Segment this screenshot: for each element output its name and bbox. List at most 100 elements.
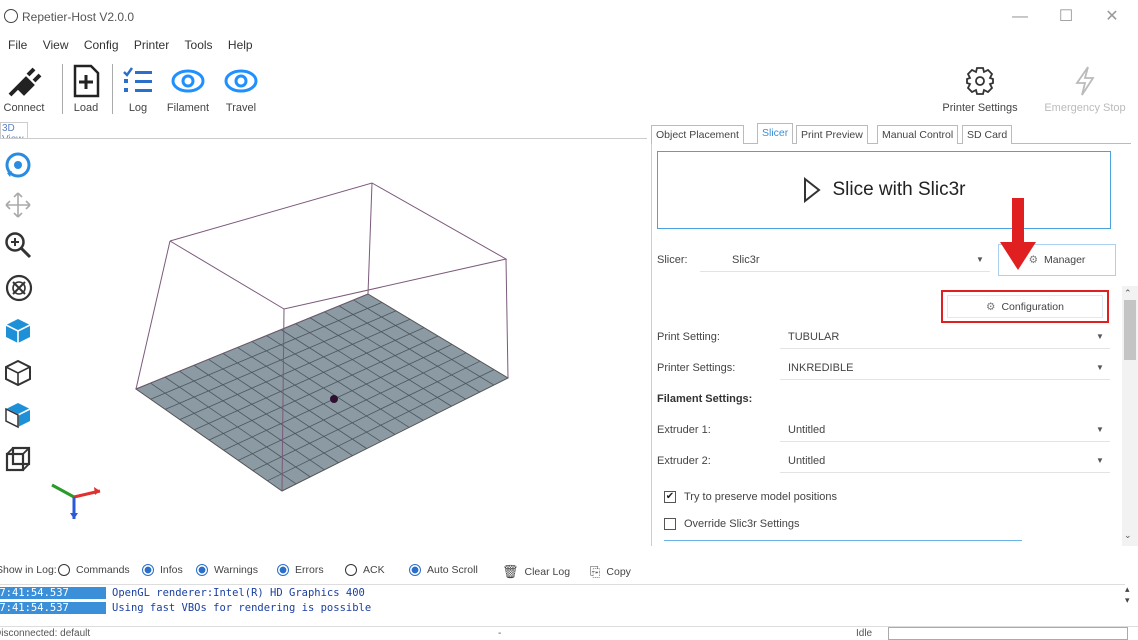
- gear-icon: [930, 60, 1030, 102]
- scroll-up-icon[interactable]: ⌃: [1124, 288, 1132, 299]
- menu-config[interactable]: Config: [84, 38, 119, 52]
- travel-button[interactable]: Travel: [216, 60, 266, 114]
- close-button[interactable]: ✕: [1092, 4, 1132, 30]
- log-line: 07:41:54.537 OpenGL renderer:Intel(R) HD …: [0, 587, 365, 602]
- override-settings-label: Override Slic3r Settings: [684, 518, 800, 530]
- log-scrollbar[interactable]: ▴ ▾: [1125, 584, 1138, 624]
- preserve-positions-checkbox[interactable]: ✔: [664, 491, 676, 503]
- app-icon: [4, 9, 18, 23]
- clear-log-button[interactable]: 🗑 Clear Log: [502, 564, 570, 580]
- red-arrow-annotation: [1000, 198, 1036, 270]
- menu-bar: File View Config Printer Tools Help: [8, 38, 608, 58]
- filament-label: Filament: [166, 102, 210, 114]
- window-title: Repetier-Host V2.0.0: [22, 10, 135, 24]
- menu-tools[interactable]: Tools: [185, 38, 213, 52]
- tab-3d-view[interactable]: 3D View: [0, 122, 28, 145]
- status-middle: -: [498, 628, 502, 639]
- maximize-button[interactable]: ☐: [1046, 4, 1086, 30]
- log-label: Log: [128, 102, 148, 114]
- log-option-auto-scroll[interactable]: Auto Scroll: [409, 564, 478, 576]
- menu-file[interactable]: File: [8, 38, 27, 52]
- extruder1-value: Untitled: [788, 424, 826, 436]
- tab-print-preview[interactable]: Print Preview: [796, 125, 868, 144]
- extruder2-value: Untitled: [788, 455, 826, 467]
- log-line: 07:41:54.537 Using fast VBOs for renderin…: [0, 602, 371, 617]
- trash-icon: 🗑: [502, 564, 519, 579]
- log-button[interactable]: Log: [120, 60, 156, 114]
- connect-button[interactable]: Connect: [0, 60, 52, 114]
- filament-button[interactable]: Filament: [160, 60, 216, 114]
- tab-sd-card[interactable]: SD Card: [962, 125, 1013, 144]
- print-setting-select[interactable]: TUBULAR ▼: [780, 323, 1110, 349]
- gear-icon: ⚙: [986, 300, 996, 313]
- printer-settings-label: Printer Settings:: [657, 362, 736, 374]
- progress-box: [888, 627, 1128, 640]
- right-tab-bar: Object Placement Slicer Print Preview Ma…: [651, 122, 1131, 145]
- copy-icon: ⎘: [590, 564, 601, 579]
- log-option-errors[interactable]: Errors: [277, 564, 324, 576]
- dropdown-arrow-icon: ▼: [1096, 456, 1104, 465]
- tab-manual-control[interactable]: Manual Control: [877, 125, 959, 144]
- lightning-icon: [1032, 60, 1138, 102]
- log-options-bar: Show in Log: Commands Infos Warnings Err…: [0, 558, 1138, 584]
- log-option-commands[interactable]: Commands: [58, 564, 130, 576]
- dropdown-arrow-icon: ▼: [1096, 425, 1104, 434]
- dropdown-arrow-icon: ▼: [976, 255, 984, 264]
- title-bar: Repetier-Host V2.0.0 — ☐ ✕: [0, 0, 1138, 36]
- preserve-positions-label: Try to preserve model positions: [684, 491, 838, 503]
- collapsed-panel-edge: [664, 540, 1022, 546]
- print-setting-value: TUBULAR: [788, 331, 840, 343]
- print-setting-label: Print Setting:: [657, 331, 720, 343]
- slice-button[interactable]: Slice with Slic3r: [657, 151, 1111, 229]
- menu-printer[interactable]: Printer: [134, 38, 169, 52]
- show-in-log-label: Show in Log:: [0, 564, 57, 576]
- print-volume-scene: [51, 182, 510, 519]
- tab-object-placement[interactable]: Object Placement: [651, 125, 744, 144]
- configuration-button[interactable]: ⚙ Configuration: [941, 290, 1109, 323]
- extruder1-select[interactable]: Untitled ▼: [780, 416, 1110, 442]
- log-option-warnings[interactable]: Warnings: [196, 564, 258, 576]
- slice-button-label: Slice with Slic3r: [832, 179, 966, 200]
- log-option-ack[interactable]: ACK: [345, 564, 385, 576]
- extruder2-select[interactable]: Untitled ▼: [780, 447, 1110, 473]
- radio-icon: [345, 564, 357, 576]
- printer-settings-value: INKREDIBLE: [788, 362, 854, 374]
- load-label: Load: [73, 102, 99, 114]
- slicer-select-value: Slic3r: [732, 254, 760, 266]
- printer-state: Idle: [856, 628, 873, 639]
- eye-icon: [216, 60, 266, 102]
- load-file-icon: [66, 60, 106, 102]
- emergency-stop-button[interactable]: Emergency Stop: [1032, 60, 1138, 114]
- menu-help[interactable]: Help: [228, 38, 253, 52]
- axes-icon: [51, 483, 101, 519]
- tab-slicer[interactable]: Slicer: [757, 123, 794, 145]
- scroll-thumb[interactable]: [1124, 300, 1136, 360]
- travel-label: Travel: [225, 102, 257, 114]
- printer-settings-label: Printer Settings: [942, 102, 1018, 114]
- 3d-view-area[interactable]: [0, 138, 647, 546]
- play-icon: [804, 177, 822, 203]
- origin-marker: [330, 395, 338, 403]
- radio-icon: [58, 564, 70, 576]
- load-button[interactable]: Load: [66, 60, 106, 114]
- log-option-infos[interactable]: Infos: [142, 564, 183, 576]
- radio-icon: [277, 564, 289, 576]
- minimize-button[interactable]: —: [1000, 4, 1040, 30]
- connect-label: Connect: [3, 102, 45, 114]
- slicer-select[interactable]: Slic3r ▼: [700, 246, 990, 272]
- scroll-down-icon[interactable]: ⌄: [1124, 530, 1132, 541]
- printer-settings-button[interactable]: Printer Settings: [930, 60, 1030, 114]
- slicer-label: Slicer:: [657, 254, 688, 266]
- override-settings-checkbox[interactable]: [664, 518, 676, 530]
- menu-view[interactable]: View: [43, 38, 69, 52]
- log-area[interactable]: 07:41:54.537 OpenGL renderer:Intel(R) HD …: [0, 584, 1125, 624]
- extruder1-label: Extruder 1:: [657, 424, 711, 436]
- eye-icon: [160, 60, 216, 102]
- copy-button[interactable]: ⎘ Copy: [590, 564, 631, 580]
- radio-icon: [196, 564, 208, 576]
- printer-settings-select[interactable]: INKREDIBLE ▼: [780, 354, 1110, 380]
- connection-status: Disconnected: default: [0, 628, 91, 639]
- manager-label: Manager: [1043, 254, 1086, 266]
- filament-settings-header: Filament Settings:: [657, 393, 753, 405]
- dropdown-arrow-icon: ▼: [1096, 332, 1104, 341]
